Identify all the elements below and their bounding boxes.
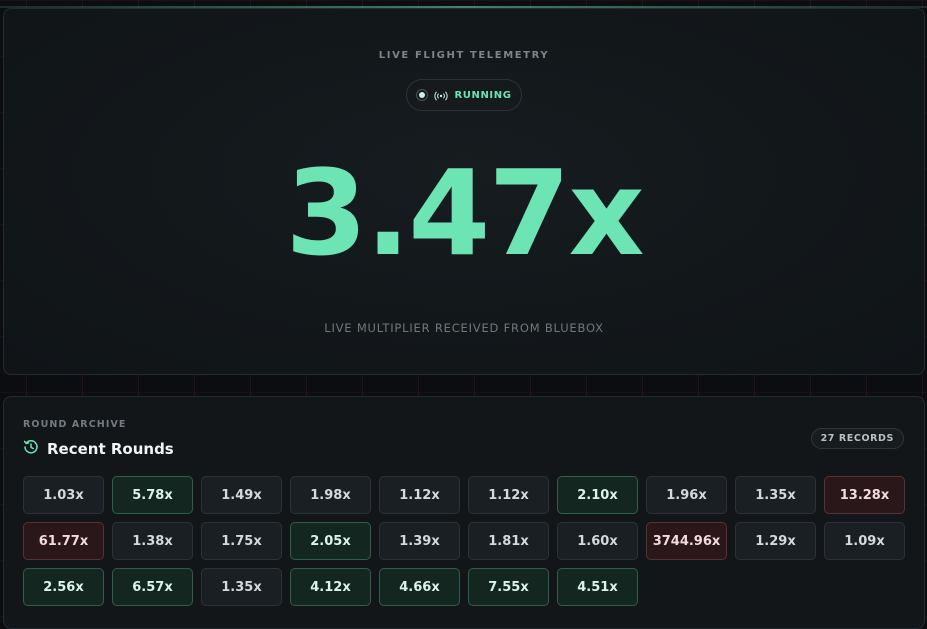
round-chip[interactable]: 2.10x [557, 476, 638, 514]
round-chip[interactable]: 1.49x [201, 476, 282, 514]
round-chip[interactable]: 1.03x [23, 476, 104, 514]
round-archive-panel: ROUND ARCHIVE Recent Rounds 27 RECORDS 1… [3, 396, 925, 629]
round-chip[interactable]: 1.60x [557, 522, 638, 560]
status-pill: RUNNING [406, 79, 522, 111]
records-count-badge: 27 RECORDS [810, 428, 904, 449]
round-chip[interactable]: 61.77x [23, 522, 104, 560]
status-indicator [416, 89, 429, 101]
live-multiplier: 3.47x [285, 144, 644, 282]
round-chip[interactable]: 4.66x [379, 568, 460, 606]
round-chip[interactable]: 1.81x [468, 522, 549, 560]
round-chip[interactable]: 1.35x [735, 476, 816, 514]
rounds-grid: 1.03x 5.78x 1.49x 1.98x 1.12x 1.12x 2.10x 1.96x… [23, 476, 905, 606]
status-dot [419, 92, 426, 98]
round-chip[interactable]: 4.12x [290, 568, 371, 606]
archive-eyebrow: ROUND ARCHIVE [23, 419, 127, 430]
multiplier-caption: LIVE MULTIPLIER RECEIVED FROM BLUEBOX [324, 321, 604, 335]
round-chip[interactable]: 2.56x [23, 568, 104, 606]
telemetry-eyebrow: LIVE FLIGHT TELEMETRY [378, 50, 550, 61]
round-chip[interactable]: 1.29x [735, 522, 816, 560]
round-chip[interactable]: 1.35x [201, 568, 282, 606]
round-chip[interactable]: 2.05x [290, 522, 371, 560]
round-chip[interactable]: 1.75x [201, 522, 282, 560]
round-chip[interactable]: 3744.96x [646, 522, 727, 560]
round-chip[interactable]: 13.28x [824, 476, 905, 514]
telemetry-panel: LIVE FLIGHT TELEMETRY RUNNING 3.47x LIVE… [3, 8, 925, 375]
history-icon [23, 439, 39, 459]
round-chip[interactable]: 5.78x [112, 476, 193, 514]
round-chip[interactable]: 1.39x [379, 522, 460, 560]
round-chip[interactable]: 1.98x [290, 476, 371, 514]
archive-title-row: Recent Rounds [23, 439, 174, 459]
round-chip[interactable]: 1.12x [379, 476, 460, 514]
status-label: RUNNING [454, 89, 512, 101]
round-chip[interactable]: 1.12x [468, 476, 549, 514]
broadcast-icon [434, 86, 449, 105]
archive-title: Recent Rounds [47, 440, 174, 458]
round-chip[interactable]: 7.55x [468, 568, 549, 606]
round-chip[interactable]: 4.51x [557, 568, 638, 606]
round-chip[interactable]: 6.57x [112, 568, 193, 606]
round-chip[interactable]: 1.96x [646, 476, 727, 514]
round-chip[interactable]: 1.38x [112, 522, 193, 560]
round-chip[interactable]: 1.09x [824, 522, 905, 560]
